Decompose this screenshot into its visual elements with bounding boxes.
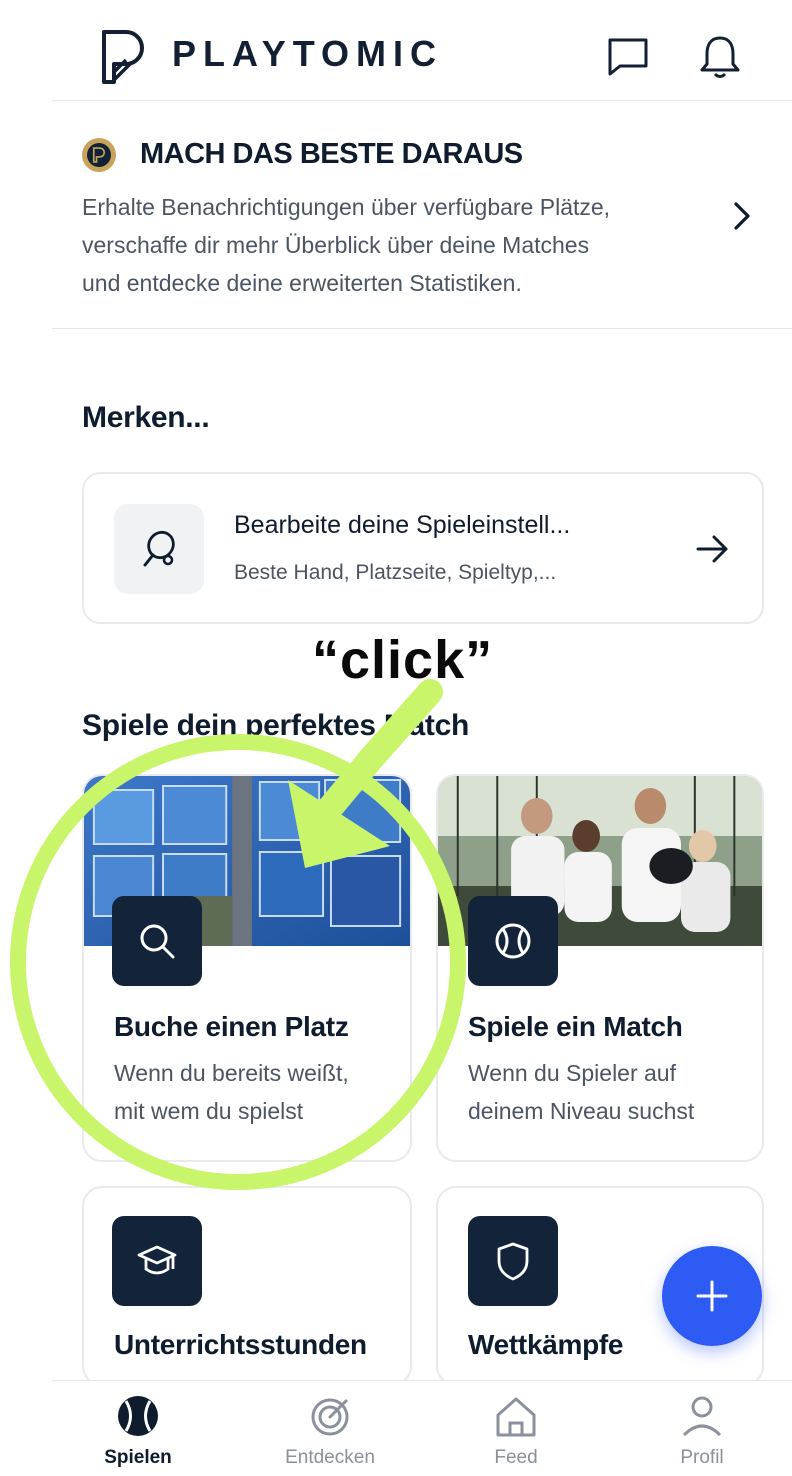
search-icon [140,924,175,959]
book-court-title: Buche einen Platz [114,1011,349,1042]
nav-spielen[interactable]: Spielen [58,1393,218,1473]
target-icon [311,1398,349,1436]
playtomic-logo-icon [102,30,144,84]
premium-badge-icon [82,138,116,172]
user-icon [682,1396,722,1437]
book-court-desc: Wenn du bereits weißt, mit wem du spiels… [114,1054,349,1130]
nav-profil[interactable]: Profil [622,1393,782,1473]
play-match-card[interactable]: Spiele ein Match Wenn du Spieler auf dei… [436,774,764,1162]
bottom-navigation: Spielen Entdecken Feed Profil [52,1380,792,1476]
play-match-title: Spiele ein Match [468,1011,683,1042]
nav-feed[interactable]: Feed [436,1393,596,1473]
nav-label: Spielen [104,1447,172,1468]
header-divider [52,100,792,101]
promo-title: MACH DAS BESTE DARAUS [140,138,523,170]
ball-icon [495,923,531,959]
settings-icon-box [114,504,204,594]
play-match-desc: Wenn du Spieler auf deinem Niveau suchst [468,1054,694,1130]
promo-line: und entdecke deine erweiterten Statistik… [82,270,522,296]
arrow-right-icon [696,535,728,563]
ball-icon [118,1396,158,1436]
graduation-cap-icon [137,1245,177,1275]
lessons-title: Unterrichtsstunden [114,1329,367,1360]
card-desc-line: Wenn du bereits weißt, [114,1060,349,1086]
book-court-card[interactable]: Buche einen Platz Wenn du bereits weißt,… [82,774,412,1162]
padel-racket-icon [143,530,175,567]
brand-name: PLAYTOMIC [172,33,444,74]
click-annotation-text: “click” [312,630,494,690]
promo-divider [52,328,792,329]
chat-icon[interactable] [606,36,650,78]
graduation-cap-icon-box [112,1216,202,1306]
settings-card-subtitle: Beste Hand, Platzseite, Spieltyp,... [234,561,557,584]
promo-line: verschaffe dir mehr Überblick über deine… [82,232,590,258]
bell-icon[interactable] [698,34,742,80]
card-desc-line: deinem Niveau suchst [468,1098,695,1124]
card-desc-line: mit wem du spielst [114,1098,304,1124]
promo-text[interactable]: Erhalte Benachrichtigungen über verfügba… [82,188,692,302]
plus-icon [696,1280,728,1312]
nav-label: Profil [680,1447,724,1468]
ball-icon-box [468,896,558,986]
promo-line: Erhalte Benachrichtigungen über verfügba… [82,194,611,220]
merken-title: Merken... [82,401,210,434]
lessons-card[interactable]: Unterrichtsstunden [82,1186,412,1386]
shield-icon [497,1242,529,1281]
shield-icon-box [468,1216,558,1306]
home-icon [496,1397,536,1437]
search-icon-box [112,896,202,986]
settings-card-title: Bearbeite deine Spieleinstell... [234,511,571,539]
competitions-title: Wettkämpfe [468,1329,624,1360]
nav-label: Feed [494,1447,538,1468]
match-section-title: Spiele dein perfektes Match [82,709,470,742]
chevron-right-icon[interactable] [728,198,754,234]
card-desc-line: Wenn du Spieler auf [468,1060,676,1086]
nav-entdecken[interactable]: Entdecken [250,1393,410,1473]
add-button[interactable] [662,1246,762,1346]
game-settings-card[interactable]: Bearbeite deine Spieleinstell... Beste H… [82,472,764,624]
nav-label: Entdecken [285,1447,375,1468]
